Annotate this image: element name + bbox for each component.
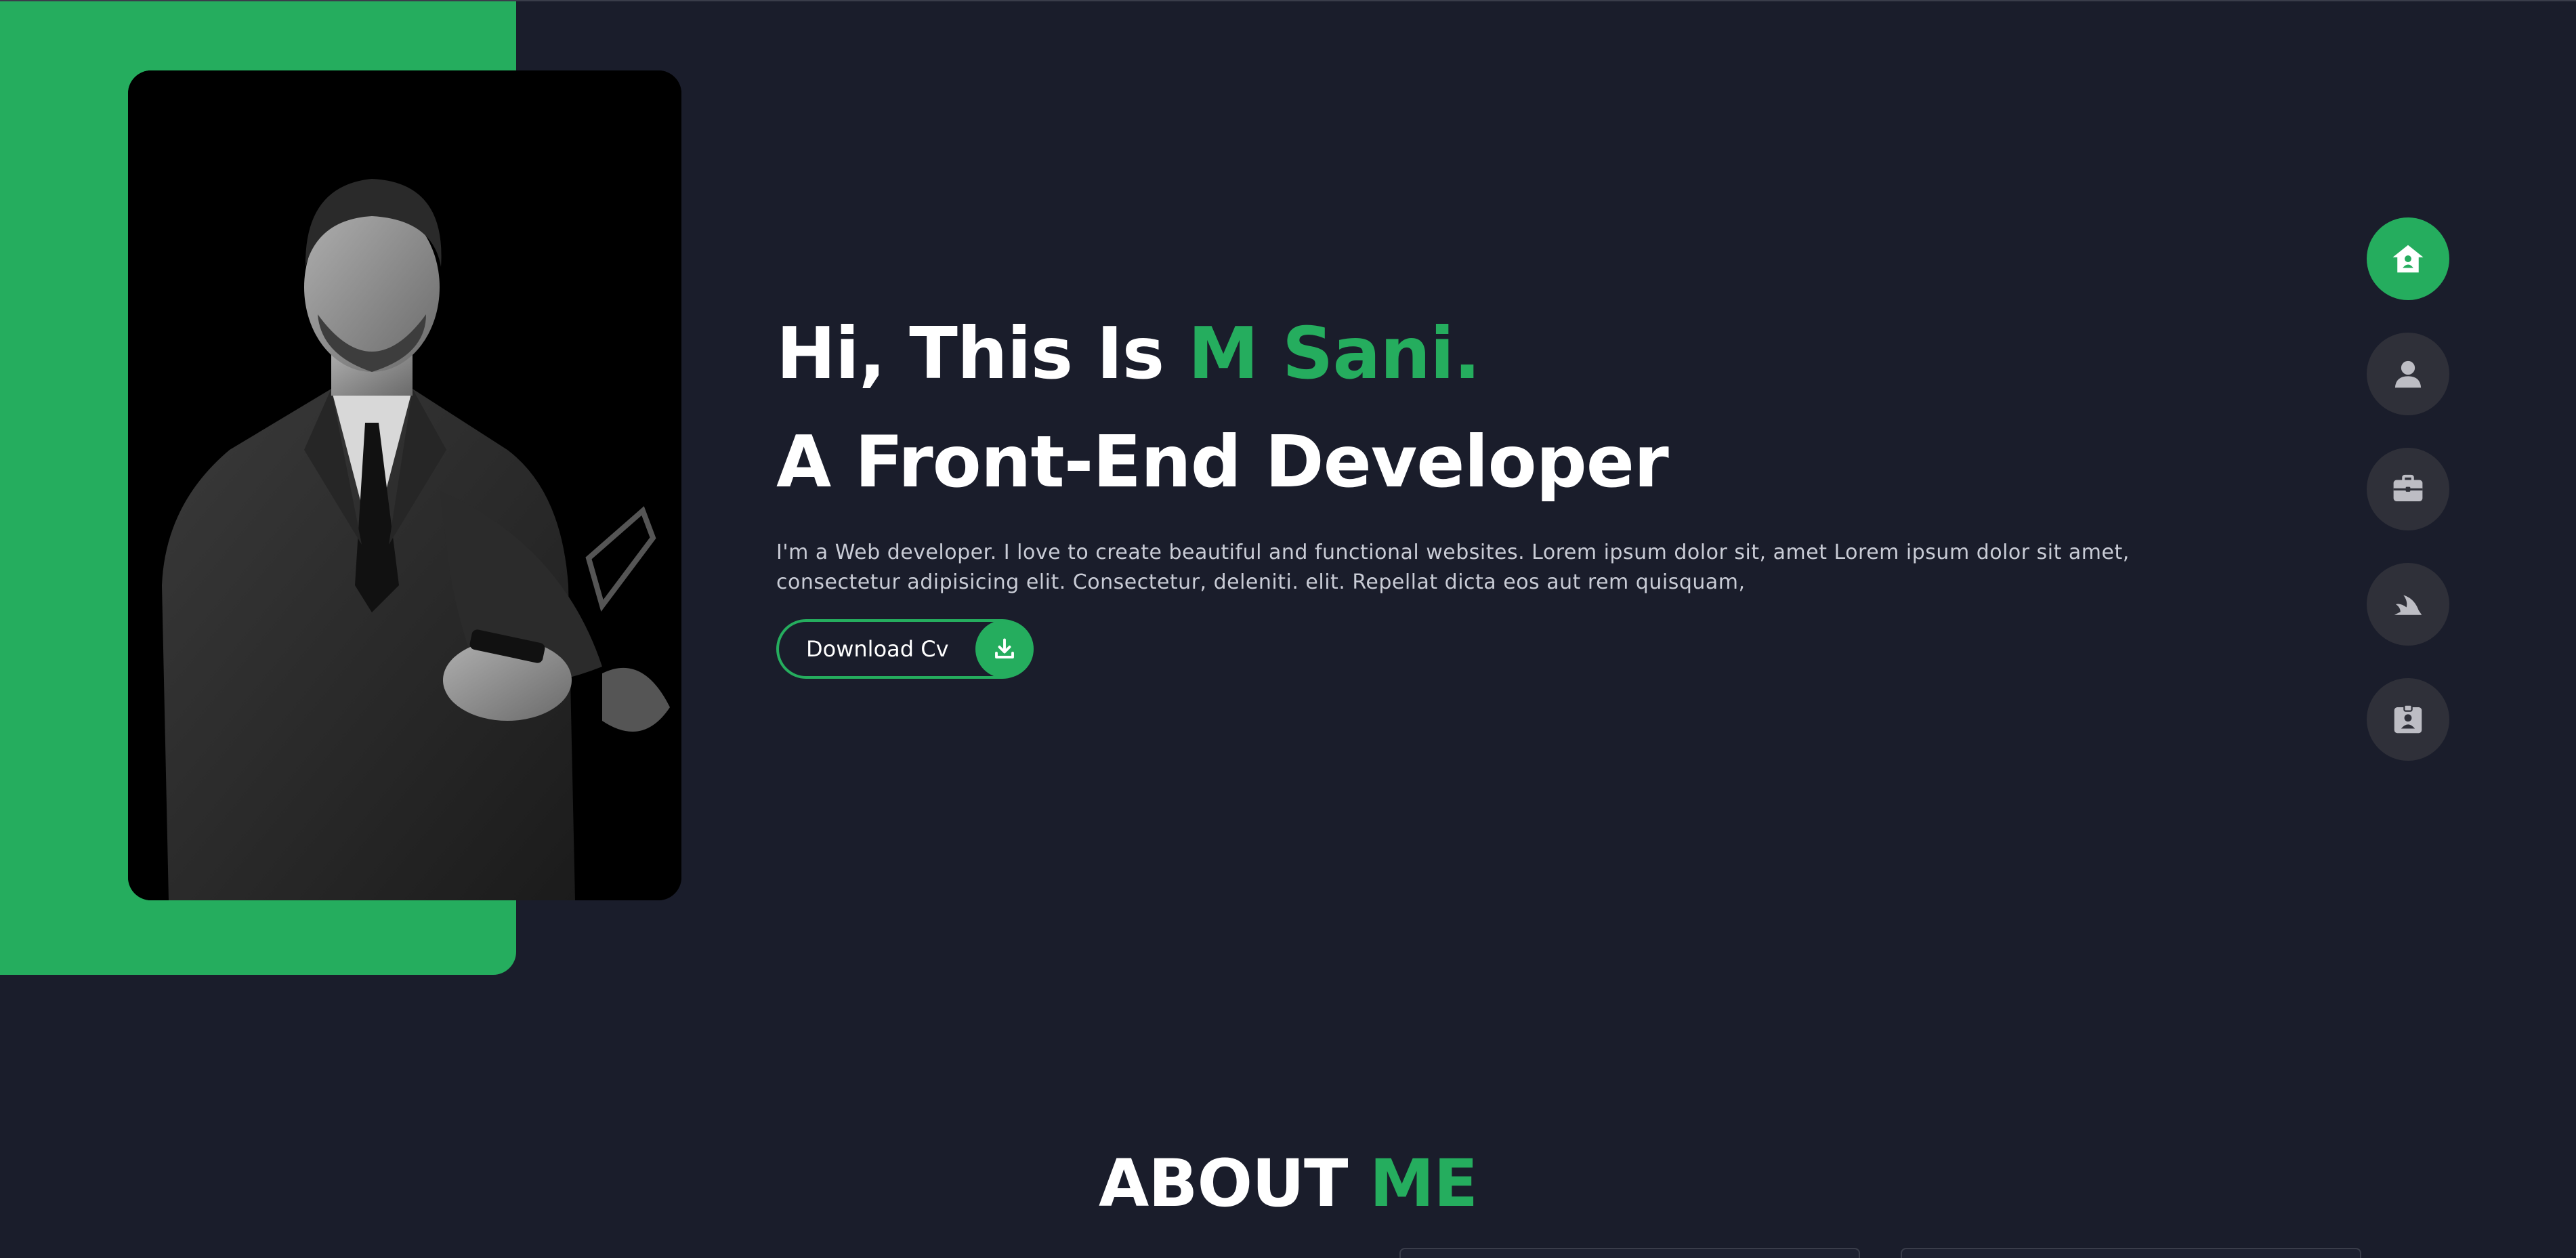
user-icon <box>2394 360 2422 388</box>
about-card <box>1399 1248 1860 1258</box>
greeting-prefix: Hi, This Is <box>776 312 1188 395</box>
about-title-accent: ME <box>1369 1145 1478 1221</box>
nav-home-button[interactable] <box>2367 217 2449 300</box>
profile-photo-image <box>128 70 681 900</box>
hero-greeting: Hi, This Is M Sani. <box>776 299 2158 408</box>
nav-contact-button[interactable] <box>2367 678 2449 761</box>
hero-name: M Sani. <box>1187 312 1481 395</box>
download-cv-button[interactable]: Download Cv <box>776 619 1034 679</box>
nav-blog-button[interactable] <box>2367 563 2449 646</box>
download-icon <box>975 620 1034 678</box>
portfolio-page: Hi, This Is M Sani. A Front-End Develope… <box>0 0 2576 1258</box>
side-navigation <box>2367 217 2449 793</box>
hero-role: A Front-End Developer <box>776 421 1669 503</box>
profile-photo <box>128 70 681 900</box>
nav-portfolio-button[interactable] <box>2367 448 2449 530</box>
download-cv-label: Download Cv <box>806 636 949 662</box>
about-title-white: ABOUT <box>1098 1145 1370 1221</box>
about-heading: ABOUT ME <box>0 1139 2576 1228</box>
home-icon <box>2392 245 2424 273</box>
about-card <box>1901 1248 2361 1258</box>
hero-section: Hi, This Is M Sani. A Front-End Develope… <box>776 299 2158 597</box>
contact-card-icon <box>2394 704 2422 734</box>
hero-description: I'm a Web developer. I love to create be… <box>776 541 2130 594</box>
nav-about-button[interactable] <box>2367 333 2449 415</box>
blog-icon <box>2394 595 2422 615</box>
briefcase-icon <box>2393 474 2423 501</box>
